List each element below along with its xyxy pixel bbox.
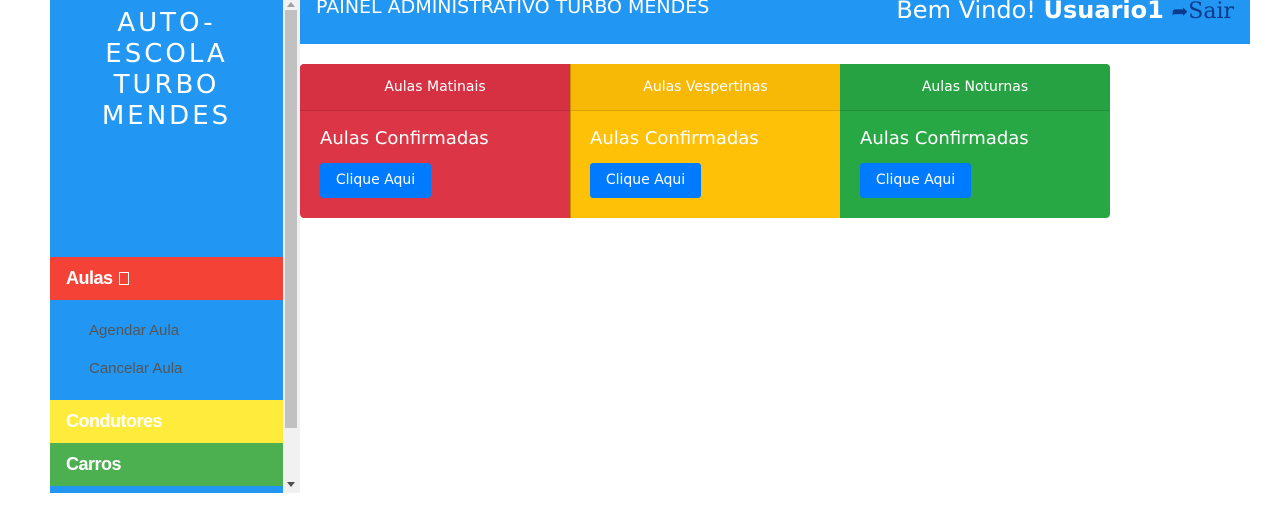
scroll-down-arrow-icon[interactable]	[287, 482, 295, 487]
sidebar-item-label: Carros	[66, 454, 122, 474]
sidebar-item-label: Condutores	[66, 411, 163, 431]
clique-aqui-button[interactable]: Clique Aqui	[860, 163, 971, 198]
submenu-item-cancelar-aula[interactable]: Cancelar Aula	[89, 360, 182, 377]
welcome-text: Bem Vindo!	[896, 0, 1036, 24]
card-title: Aulas Confirmadas	[320, 128, 489, 149]
clique-aqui-button[interactable]: Clique Aqui	[590, 163, 701, 198]
card-aulas-vespertinas: Aulas Vespertinas Aulas Confirmadas Cliq…	[570, 64, 840, 218]
card-aulas-matinais: Aulas Matinais Aulas Confirmadas Clique …	[300, 64, 570, 218]
card-title: Aulas Confirmadas	[590, 128, 759, 149]
user-name: Usuario1	[1043, 0, 1164, 24]
scroll-up-arrow-icon[interactable]	[287, 2, 295, 7]
card-header: Aulas Noturnas	[840, 64, 1110, 111]
sidebar-item-carros[interactable]: Carros	[50, 443, 283, 486]
brand-line: AUTO-	[117, 8, 216, 38]
sidebar-item-condutores[interactable]: Condutores	[50, 400, 283, 443]
logout-link[interactable]: ➦Sair	[1171, 0, 1234, 24]
brand-line: MENDES	[101, 101, 232, 131]
page-title: PAINEL ADMINISTRATIVO TURBO MENDES	[316, 0, 710, 18]
brand-line: ESCOLA	[105, 39, 228, 69]
submenu-item-agendar-aula[interactable]: Agendar Aula	[89, 322, 179, 339]
aulas-submenu: Agendar Aula Cancelar Aula	[50, 300, 283, 400]
sidebar-scrollbar[interactable]	[283, 0, 300, 493]
welcome-message: Bem Vindo! Usuario1 ➦Sair	[896, 0, 1234, 24]
sign-out-icon: ➦	[1171, 0, 1189, 23]
card-header: Aulas Vespertinas	[571, 64, 840, 111]
card-header: Aulas Matinais	[300, 64, 570, 111]
brand-line: TURBO	[113, 70, 220, 100]
sidebar-item-label: Aulas	[66, 268, 113, 288]
logout-label: Sair	[1188, 0, 1234, 24]
class-cards: Aulas Matinais Aulas Confirmadas Clique …	[300, 64, 1110, 218]
brand-logo-text: AUTO- ESCOLA TURBO MENDES	[50, 8, 283, 132]
scrollbar-thumb[interactable]	[285, 10, 297, 428]
top-header: PAINEL ADMINISTRATIVO TURBO MENDES Bem V…	[300, 0, 1250, 44]
clique-aqui-button[interactable]: Clique Aqui	[320, 163, 431, 198]
sidebar-item-aulas[interactable]: Aulas	[50, 257, 283, 300]
sidebar: AUTO- ESCOLA TURBO MENDES Aulas Agendar …	[50, 0, 283, 493]
square-icon	[118, 272, 129, 285]
card-aulas-noturnas: Aulas Noturnas Aulas Confirmadas Clique …	[840, 64, 1110, 218]
card-title: Aulas Confirmadas	[860, 128, 1029, 149]
